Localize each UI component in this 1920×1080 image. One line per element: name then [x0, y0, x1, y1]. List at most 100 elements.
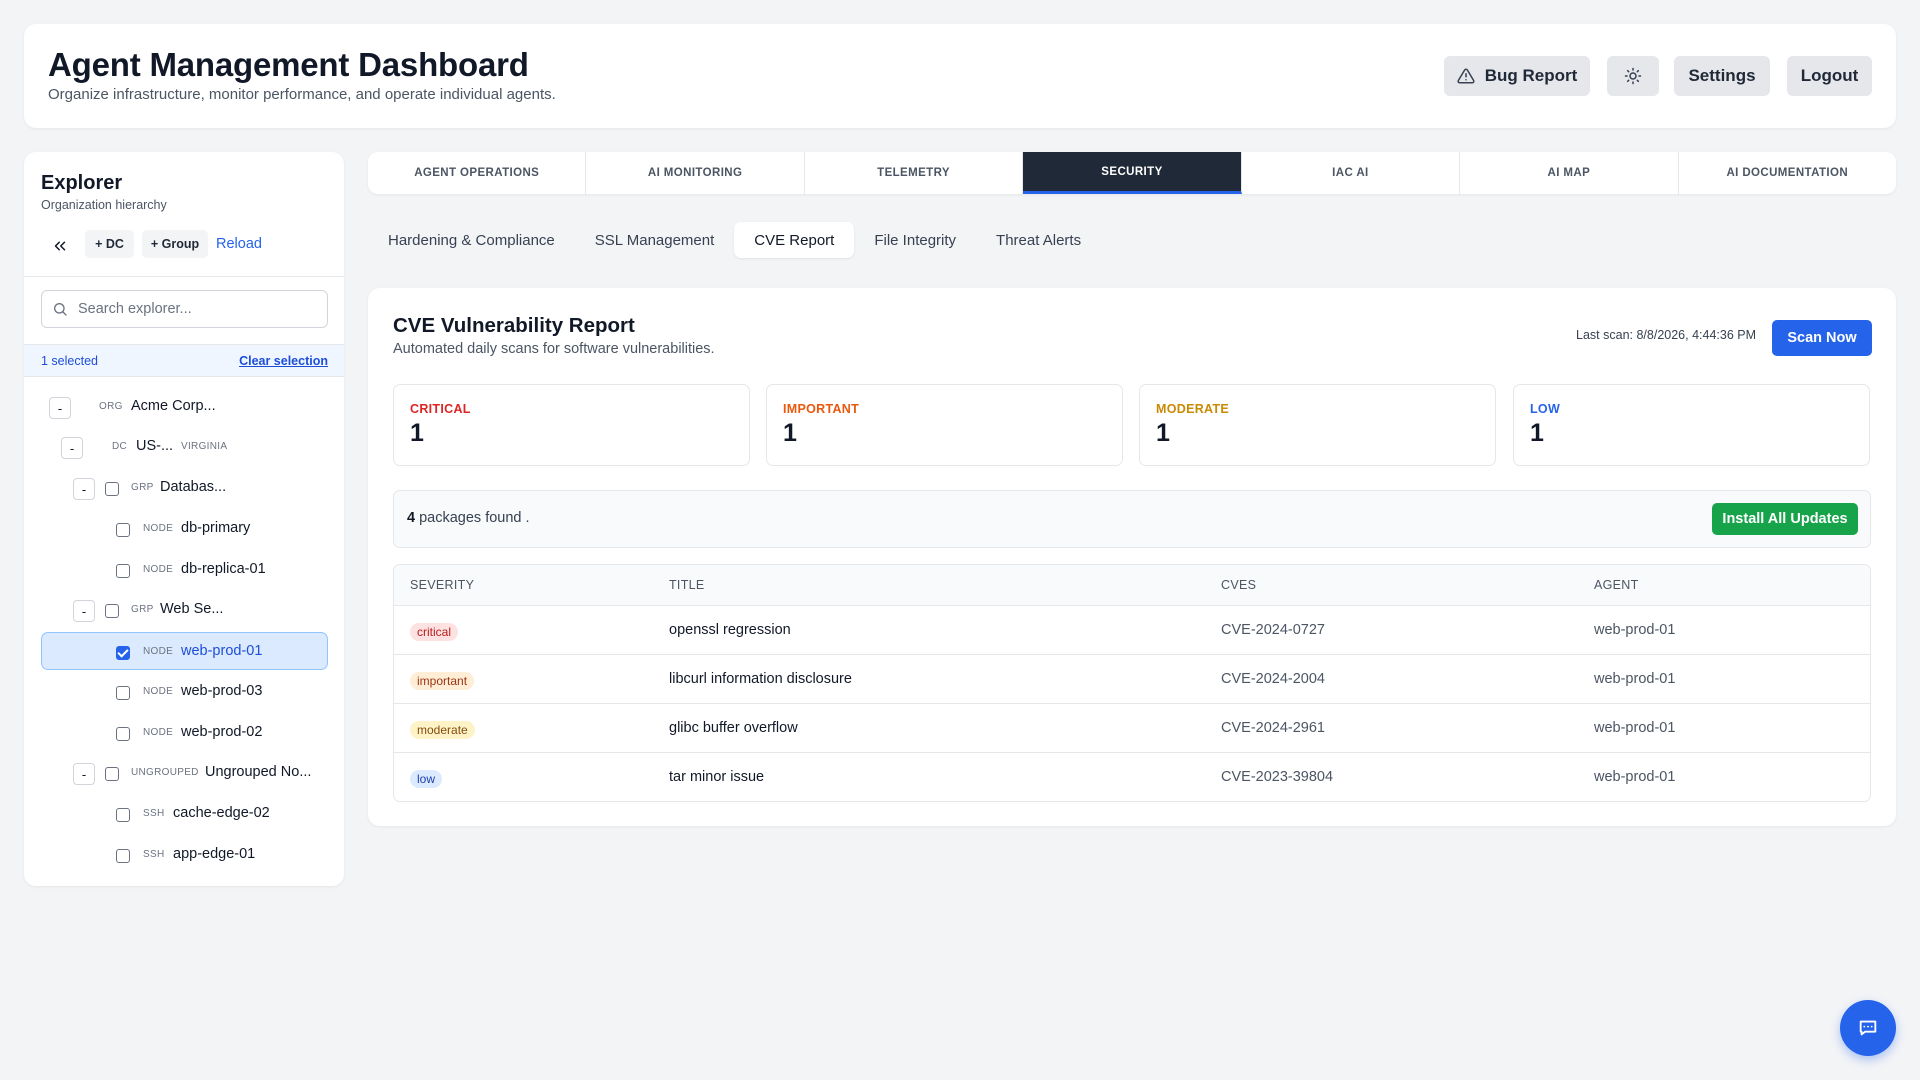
cell-agent: web-prod-01: [1594, 671, 1676, 687]
row-checkbox[interactable]: [105, 604, 119, 618]
subtab-cve-report[interactable]: CVE Report: [734, 222, 855, 258]
tab-ai-documentation[interactable]: AI DOCUMENTATION: [1679, 152, 1896, 194]
bug-report-button[interactable]: Bug Report: [1444, 56, 1590, 96]
reload-button[interactable]: Reload: [216, 236, 262, 252]
search-input[interactable]: [78, 301, 308, 317]
tree-item-node[interactable]: NODE db-replica-01: [41, 551, 328, 589]
subtab-threat-alerts[interactable]: Threat Alerts: [976, 222, 1101, 258]
table-row[interactable]: moderate glibc buffer overflow CVE-2024-…: [394, 704, 1870, 753]
row-checkbox[interactable]: [116, 727, 130, 741]
region-label: VIRGINIA: [181, 441, 228, 452]
tree-item-group[interactable]: - UNGROUPED Ungrouped No...: [41, 754, 328, 792]
row-checkbox[interactable]: [116, 686, 130, 700]
table-row[interactable]: critical openssl regression CVE-2024-072…: [394, 606, 1870, 655]
node-type-label: NODE: [143, 686, 174, 697]
tree-item-label: web-prod-02: [181, 724, 263, 740]
tree-item-label: Databas...: [160, 479, 227, 495]
explorer-title: Explorer: [41, 172, 123, 194]
subtab-ssl-management[interactable]: SSL Management: [575, 222, 735, 258]
severity-badge: important: [410, 672, 475, 690]
stat-value: 1: [783, 419, 797, 447]
tree-item-label: Ungrouped No...: [205, 764, 312, 780]
logout-label: Logout: [1800, 66, 1859, 85]
add-group-button[interactable]: + Group: [142, 230, 208, 258]
row-checkbox[interactable]: [116, 808, 130, 822]
chat-bubble-icon: [1859, 1020, 1877, 1036]
tree-item-org[interactable]: - ORG Acme Corp...: [41, 388, 328, 426]
tab-iac-ai[interactable]: IAC AI: [1242, 152, 1461, 194]
tree-item-node[interactable]: NODE web-prod-03: [41, 673, 328, 711]
tree-item-node-selected[interactable]: NODE web-prod-01: [41, 632, 328, 670]
row-checkbox-checked[interactable]: [116, 646, 130, 660]
row-checkbox[interactable]: [116, 523, 130, 537]
collapse-sidebar-button[interactable]: [46, 232, 74, 260]
page-subtitle: Organize infrastructure, monitor perform…: [48, 86, 556, 103]
warning-triangle-icon: [1457, 68, 1475, 84]
tree-item-group[interactable]: - GRP Web Se...: [41, 591, 328, 629]
row-checkbox[interactable]: [116, 564, 130, 578]
tab-security[interactable]: SECURITY: [1023, 152, 1242, 194]
collapse-toggle[interactable]: -: [73, 763, 95, 785]
stat-label: CRITICAL: [410, 402, 471, 416]
tab-ai-monitoring[interactable]: AI MONITORING: [586, 152, 805, 194]
collapse-toggle[interactable]: -: [61, 437, 83, 459]
tab-telemetry[interactable]: TELEMETRY: [805, 152, 1024, 194]
clear-selection-link[interactable]: Clear selection: [239, 354, 328, 368]
tree-item-group[interactable]: - GRP Databas...: [41, 469, 328, 507]
add-dc-button[interactable]: + DC: [85, 230, 134, 258]
cve-table: SEVERITY TITLE CVES AGENT critical opens…: [393, 564, 1871, 802]
cell-cve: CVE-2023-39804: [1221, 769, 1334, 785]
tab-agent-operations[interactable]: AGENT OPERATIONS: [368, 152, 587, 194]
cell-cve: CVE-2024-2961: [1221, 720, 1325, 736]
tree-item-label: US-...: [136, 438, 174, 454]
node-type-label: NODE: [143, 646, 174, 657]
packages-found-text: 4 packages found .: [407, 510, 530, 526]
node-type-label: GRP: [131, 604, 154, 615]
severity-badge: moderate: [410, 721, 475, 739]
tree-item-label: Web Se...: [160, 601, 224, 617]
sun-icon: [1624, 67, 1642, 85]
settings-button[interactable]: Settings: [1674, 56, 1770, 96]
tab-ai-map[interactable]: AI MAP: [1460, 152, 1679, 194]
table-header: SEVERITY TITLE CVES AGENT: [394, 565, 1870, 606]
cell-cve: CVE-2024-2004: [1221, 671, 1325, 687]
explorer-search[interactable]: [41, 290, 328, 328]
node-type-label: DC: [112, 441, 128, 452]
collapse-toggle[interactable]: -: [73, 600, 95, 622]
node-type-label: SSH: [143, 808, 165, 819]
collapse-toggle[interactable]: -: [49, 397, 71, 419]
subtab-file-integrity[interactable]: File Integrity: [854, 222, 976, 258]
collapse-toggle[interactable]: -: [73, 478, 95, 500]
table-row[interactable]: important libcurl information disclosure…: [394, 655, 1870, 704]
node-type-label: NODE: [143, 564, 174, 575]
settings-label: Settings: [1688, 66, 1756, 85]
node-type-label: SSH: [143, 849, 165, 860]
explorer-sidebar: Explorer Organization hierarchy + DC + G…: [24, 152, 344, 886]
scan-now-button[interactable]: Scan Now: [1772, 320, 1872, 356]
tree-item-dc[interactable]: - DC US-... VIRGINIA: [41, 428, 328, 466]
divider: [24, 276, 344, 277]
security-subtabs: Hardening & Compliance SSL Management CV…: [368, 222, 1101, 260]
column-header-agent: AGENT: [1594, 578, 1639, 592]
tree-item-ssh[interactable]: SSH cache-edge-02: [41, 795, 328, 833]
row-checkbox[interactable]: [116, 849, 130, 863]
report-title: CVE Vulnerability Report: [393, 314, 635, 337]
subtab-hardening-compliance[interactable]: Hardening & Compliance: [368, 222, 575, 258]
chat-button[interactable]: [1840, 1000, 1896, 1056]
row-checkbox[interactable]: [105, 767, 119, 781]
theme-toggle-button[interactable]: [1607, 56, 1659, 96]
install-all-updates-button[interactable]: Install All Updates: [1712, 503, 1858, 535]
tree-item-ssh[interactable]: SSH app-edge-01: [41, 836, 328, 874]
tree-item-node[interactable]: NODE web-prod-02: [41, 714, 328, 752]
stat-value: 1: [410, 419, 424, 447]
row-checkbox[interactable]: [105, 482, 119, 496]
main-tabs: AGENT OPERATIONS AI MONITORING TELEMETRY…: [368, 152, 1896, 194]
node-type-label: NODE: [143, 523, 174, 534]
node-type-label: GRP: [131, 482, 154, 493]
logout-button[interactable]: Logout: [1787, 56, 1872, 96]
node-type-label: ORG: [99, 401, 123, 412]
report-subtitle: Automated daily scans for software vulne…: [393, 341, 715, 357]
table-row[interactable]: low tar minor issue CVE-2023-39804 web-p…: [394, 753, 1870, 801]
tree-item-node[interactable]: NODE db-primary: [41, 510, 328, 548]
stat-label: IMPORTANT: [783, 402, 860, 416]
